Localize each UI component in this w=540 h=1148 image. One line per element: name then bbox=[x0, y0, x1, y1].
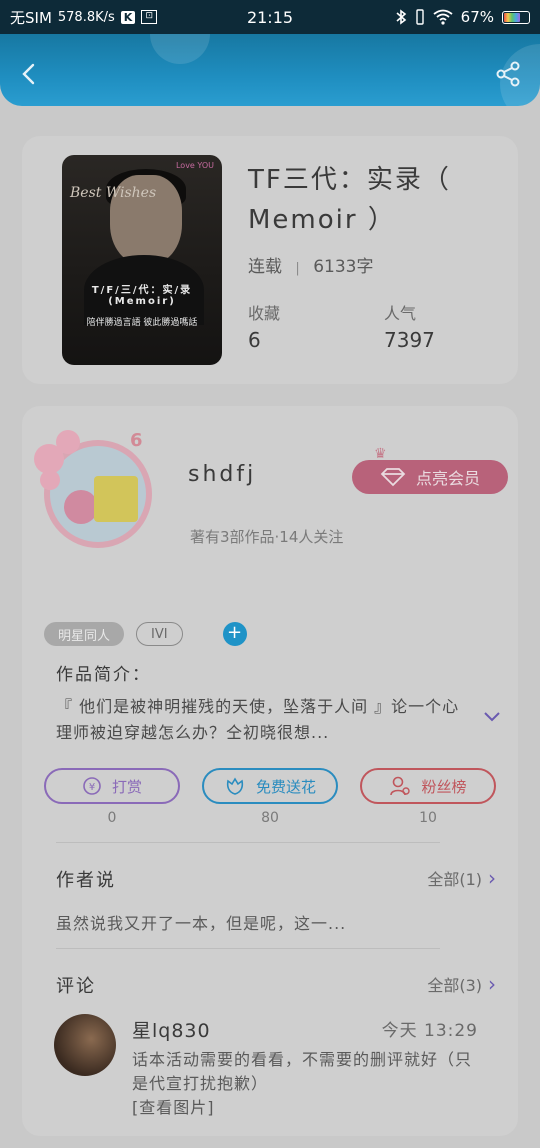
author-card: 6 shdfj ♛ 点亮会员 著有3部作品·14人关注 明星同人 IVI + 作… bbox=[22, 406, 518, 1136]
author-says-text[interactable]: 虽然说我又开了一本，但是呢，这一... bbox=[56, 910, 346, 934]
fan-ranking-label: 粉丝榜 bbox=[421, 777, 467, 796]
tip-button[interactable]: ¥ 打赏 bbox=[44, 768, 180, 804]
intro-title: 作品简介： bbox=[56, 665, 151, 685]
comments-title: 评论 bbox=[56, 976, 96, 997]
comment-text: 话本活动需要的看看，不需要的删评就好（只是代宣打扰抱歉） bbox=[132, 1050, 473, 1093]
chevron-right-icon: › bbox=[488, 972, 496, 996]
send-flower-label: 免费送花 bbox=[255, 777, 316, 796]
favorites-label: 收藏 bbox=[248, 304, 281, 323]
flower-icon bbox=[226, 777, 244, 795]
favorites-value: 6 bbox=[248, 328, 261, 352]
meta-separator: | bbox=[295, 261, 300, 276]
popularity-label: 人气 bbox=[384, 304, 417, 323]
chevron-right-icon: › bbox=[488, 866, 496, 890]
commenter-avatar[interactable] bbox=[54, 1014, 116, 1076]
serial-status: 连载 bbox=[248, 257, 282, 277]
cover-subtitle-text: 陪伴勝過言語 彼此勝過嗎話 bbox=[86, 318, 198, 328]
commenter-name[interactable]: 星lq830 bbox=[132, 1016, 211, 1043]
vibrate-icon bbox=[415, 9, 424, 25]
wifi-icon bbox=[433, 9, 453, 25]
header-bar bbox=[0, 34, 540, 106]
author-says-all-label: 全部(1) bbox=[427, 870, 482, 889]
screenshot-icon: ⊡ bbox=[141, 10, 158, 24]
popularity-value: 7397 bbox=[384, 328, 435, 352]
cover-tag-text: Love YOU bbox=[175, 161, 214, 170]
share-icon[interactable] bbox=[494, 60, 522, 88]
author-says-all-link[interactable]: 全部(1) › bbox=[427, 866, 496, 890]
author-name[interactable]: shdfj bbox=[188, 462, 256, 487]
add-tag-button[interactable]: + bbox=[222, 622, 247, 646]
tip-count: 0 bbox=[107, 810, 117, 826]
author-avatar[interactable]: 6 bbox=[34, 430, 162, 558]
comments-all-link[interactable]: 全部(3) › bbox=[427, 972, 496, 996]
back-icon[interactable] bbox=[18, 62, 42, 86]
user-icon bbox=[390, 776, 411, 796]
fan-ranking-button[interactable]: 粉丝榜 bbox=[360, 768, 496, 804]
book-cover[interactable]: Best Wishes Love YOU T/F/三/代：实/录(Memoir)… bbox=[62, 155, 222, 365]
tag-chip[interactable]: IVI bbox=[136, 622, 183, 646]
vip-button[interactable]: ♛ 点亮会员 bbox=[352, 446, 508, 494]
divider bbox=[56, 842, 440, 843]
network-speed: 578.8K/s bbox=[57, 9, 115, 25]
bluetooth-icon bbox=[396, 9, 406, 25]
carrier-label: 无SIM bbox=[10, 8, 52, 27]
word-count: 6133字 bbox=[313, 257, 374, 277]
book-meta: 连载 | 6133字 bbox=[248, 252, 373, 277]
k-badge-icon: K bbox=[120, 10, 136, 24]
author-works: 著有3部作品·14人关注 bbox=[190, 528, 344, 546]
flower-count: 80 bbox=[261, 810, 279, 826]
vip-label: 点亮会员 bbox=[415, 469, 480, 488]
cover-title-text: T/F/三/代：实/录(Memoir) bbox=[91, 285, 193, 307]
author-says-title: 作者说 bbox=[56, 870, 116, 891]
send-flower-button[interactable]: 免费送花 bbox=[202, 768, 338, 804]
battery-icon bbox=[502, 10, 530, 24]
comment-time: 今天 13:29 bbox=[381, 1021, 478, 1041]
fan-count: 10 bbox=[419, 810, 437, 826]
coin-icon: ¥ bbox=[83, 777, 101, 795]
book-title: TF三代：实录（ Memoir ） bbox=[248, 165, 451, 235]
comments-all-label: 全部(3) bbox=[427, 976, 482, 995]
diamond-icon bbox=[380, 468, 406, 487]
chevron-down-icon[interactable] bbox=[482, 710, 502, 724]
view-image-link[interactable]: [查看图片] bbox=[132, 1094, 215, 1118]
tag-list: 明星同人 IVI + bbox=[44, 622, 247, 646]
status-bar: 无SIM 578.8K/s K ⊡ 21:15 67% bbox=[0, 0, 540, 34]
book-info-card: Best Wishes Love YOU T/F/三/代：实/录(Memoir)… bbox=[22, 136, 518, 384]
crown-icon: ♛ bbox=[374, 446, 387, 462]
tag-chip[interactable]: 明星同人 bbox=[44, 622, 125, 646]
tip-label: 打赏 bbox=[111, 777, 142, 796]
level-badge: 6 bbox=[130, 430, 143, 451]
svg-text:¥: ¥ bbox=[89, 782, 95, 793]
battery-percent: 67% bbox=[460, 8, 494, 26]
cover-script-text: Best Wishes bbox=[70, 185, 157, 201]
divider bbox=[56, 948, 440, 949]
intro-text: 『 他们是被神明摧残的天使，坠落于人间 』论一个心理师被迫穿越怎么办？仝初晓很想… bbox=[56, 697, 460, 742]
